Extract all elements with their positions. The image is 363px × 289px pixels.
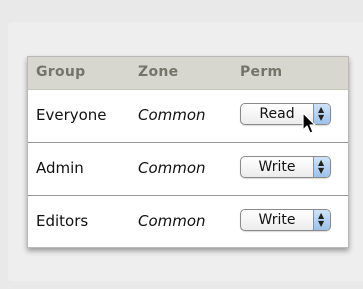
table-header: Group Zone Perm	[28, 57, 348, 90]
up-down-stepper-icon[interactable]: ▲ ▼	[313, 157, 330, 177]
zone-cell: Common	[138, 212, 206, 230]
table-row-everyone[interactable]: Everyone Common Read ▲ ▼	[28, 90, 348, 143]
group-cell: Everyone	[36, 106, 107, 124]
zone-cell: Common	[138, 106, 206, 124]
group-cell: Admin	[36, 159, 84, 177]
group-cell: Editors	[36, 212, 89, 230]
permissions-table: Group Zone Perm Everyone Common Read ▲ ▼ …	[27, 56, 349, 248]
perm-popup-button[interactable]: Write ▲ ▼	[240, 209, 331, 231]
perm-popup-value: Write	[258, 159, 296, 175]
perm-popup-value: Write	[258, 212, 296, 228]
column-header-group[interactable]: Group	[36, 64, 86, 80]
zone-cell: Common	[138, 159, 206, 177]
arrow-pointer-icon	[302, 112, 318, 140]
column-header-perm[interactable]: Perm	[240, 64, 282, 80]
up-down-stepper-icon[interactable]: ▲ ▼	[313, 210, 330, 230]
perm-popup-button[interactable]: Write ▲ ▼	[240, 156, 331, 178]
column-header-zone[interactable]: Zone	[138, 64, 178, 80]
table-row-admin[interactable]: Admin Common Write ▲ ▼	[28, 143, 348, 196]
table-row-editors[interactable]: Editors Common Write ▲ ▼	[28, 196, 348, 248]
